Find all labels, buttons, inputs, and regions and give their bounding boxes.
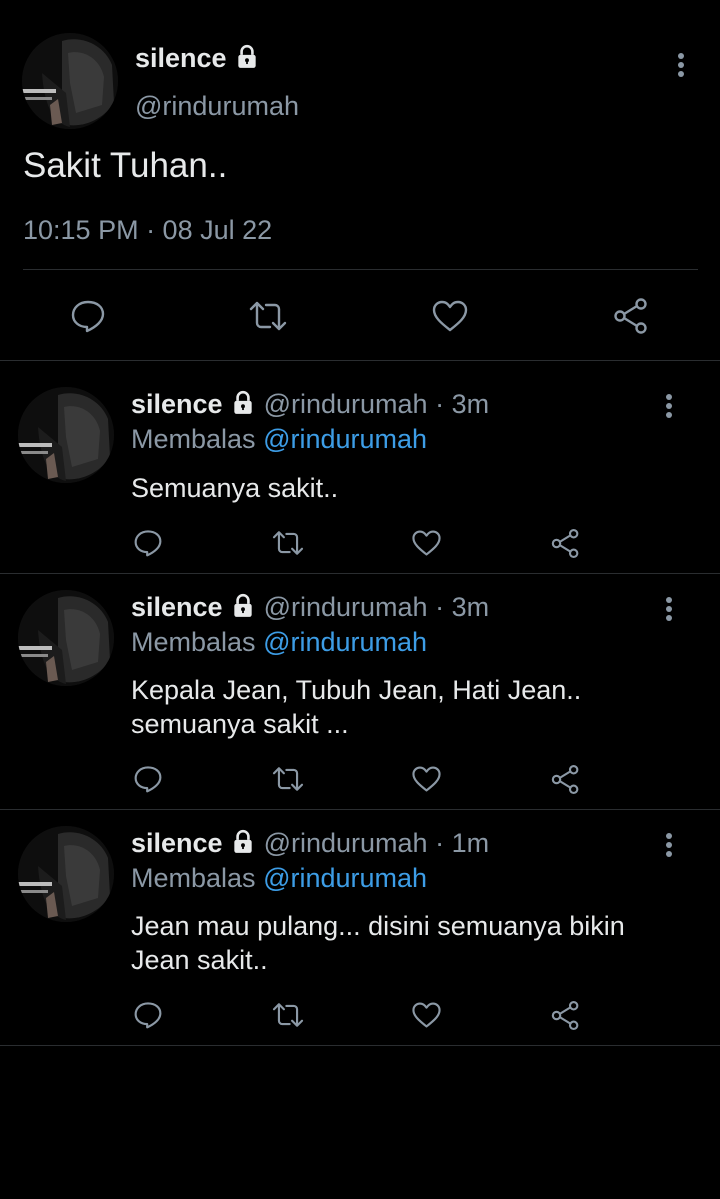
replying-label: Membalas [131,863,256,893]
share-icon[interactable] [547,525,583,561]
tweet-text: Sakit Tuhan.. [23,146,228,185]
handle[interactable]: @rindurumah [135,91,299,122]
divider [0,1045,720,1046]
avatar[interactable] [18,387,114,483]
avatar[interactable] [22,33,118,129]
share-icon[interactable] [607,294,655,338]
lock-icon [234,43,260,74]
display-name[interactable]: silence [131,592,223,622]
display-name[interactable]: silence [131,828,223,858]
retweet-icon[interactable] [269,998,307,1032]
divider [23,269,698,270]
more-icon[interactable] [666,45,696,85]
timestamp: 10:15 PM · 08 Jul 22 [23,215,273,245]
avatar[interactable] [18,590,114,686]
handle[interactable]: @rindurumah [264,389,428,419]
like-icon[interactable] [408,762,444,796]
tweet-text-line: Jean sakit.. [131,945,268,975]
like-icon[interactable] [408,526,444,560]
share-icon[interactable] [547,761,583,797]
reply-icon[interactable] [64,294,112,338]
retweet-icon[interactable] [244,294,292,338]
divider [0,573,720,574]
lock-icon [230,828,256,859]
like-icon[interactable] [408,998,444,1032]
display-name[interactable]: silence [135,43,227,73]
divider [0,809,720,810]
share-icon[interactable] [547,997,583,1033]
more-icon[interactable] [654,386,684,426]
avatar[interactable] [18,826,114,922]
time: · 1m [435,828,490,858]
like-icon[interactable] [426,294,474,338]
retweet-icon[interactable] [269,762,307,796]
handle[interactable]: @rindurumah [264,592,428,622]
reply-icon[interactable] [130,998,166,1032]
replying-to-link[interactable]: @rindurumah [263,627,427,657]
time: · 3m [435,389,490,419]
retweet-icon[interactable] [269,526,307,560]
tweet-text-line: semuanya sakit ... [131,709,349,739]
tweet-text: Jean mau pulang... disini semuanya bikin… [131,909,625,977]
tweet-text-line: Semuanya sakit.. [131,473,339,503]
divider [0,360,720,361]
reply-icon[interactable] [130,526,166,560]
reply-icon[interactable] [130,762,166,796]
replying-label: Membalas [131,424,256,454]
display-name[interactable]: silence [131,389,223,419]
tweet-text: Semuanya sakit.. [131,471,338,505]
tweet-text-line: Jean mau pulang... disini semuanya bikin [131,911,625,941]
replying-label: Membalas [131,627,256,657]
tweet-text-line: Kepala Jean, Tubuh Jean, Hati Jean.. [131,675,582,705]
handle[interactable]: @rindurumah [264,828,428,858]
replying-to-link[interactable]: @rindurumah [263,424,427,454]
lock-icon [230,592,256,623]
lock-icon [230,389,256,420]
more-icon[interactable] [654,825,684,865]
time: · 3m [435,592,490,622]
replying-to-link[interactable]: @rindurumah [263,863,427,893]
more-icon[interactable] [654,589,684,629]
tweet-text: Kepala Jean, Tubuh Jean, Hati Jean.. sem… [131,673,581,741]
